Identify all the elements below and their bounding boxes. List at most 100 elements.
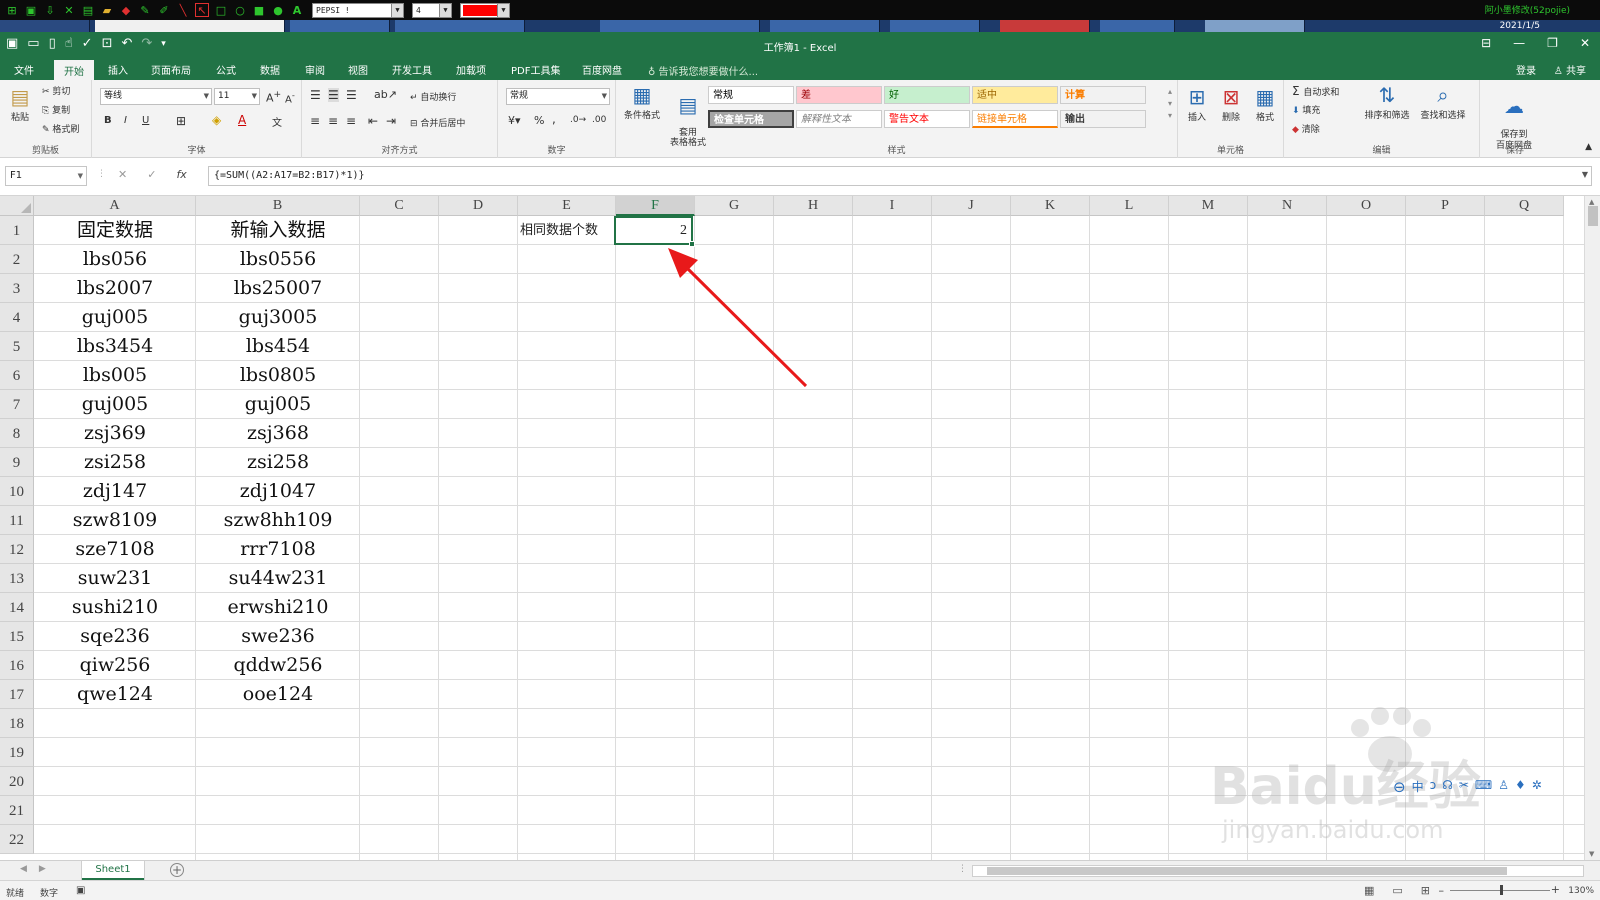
- tab-baidu-netdisk[interactable]: 百度网盘: [582, 62, 622, 77]
- taskbar-item[interactable]: [290, 20, 390, 32]
- taskbar-item[interactable]: [600, 20, 760, 32]
- tool-save-icon[interactable]: ▤: [81, 3, 95, 17]
- cell-style-item[interactable]: 适中: [972, 86, 1058, 104]
- cell-style-item[interactable]: 常规: [708, 86, 794, 104]
- format-as-table-button[interactable]: ▤ 套用 表格格式: [666, 82, 710, 148]
- align-center-icon[interactable]: ≡: [328, 114, 338, 128]
- cell-b17[interactable]: ooe124: [196, 680, 360, 709]
- comma-button[interactable]: ,: [552, 112, 556, 126]
- decrease-indent-icon[interactable]: ⇤: [368, 114, 378, 128]
- bold-button[interactable]: B: [104, 115, 112, 126]
- italic-button[interactable]: I: [124, 115, 127, 126]
- cell-b11[interactable]: szw8hh109: [196, 506, 360, 535]
- ime-logo-icon[interactable]: ⊖: [1393, 778, 1406, 796]
- delete-cells-button[interactable]: ⊠ 删除: [1216, 84, 1246, 123]
- ime-settings-icon[interactable]: ✲: [1532, 778, 1542, 794]
- row-header-19[interactable]: 19: [0, 738, 34, 767]
- cell-b7[interactable]: guj005: [196, 390, 360, 419]
- close-icon[interactable]: ✕: [1580, 36, 1590, 50]
- cut-button[interactable]: ✂ 剪切: [42, 84, 70, 97]
- tool-line-icon[interactable]: ╲: [176, 3, 190, 17]
- font-name-select[interactable]: 等线 ▼: [100, 88, 212, 105]
- row-header-15[interactable]: 15: [0, 622, 34, 651]
- column-header-m[interactable]: M: [1169, 196, 1248, 216]
- tell-me-search[interactable]: ♁ 告诉我您想要做什么...: [648, 63, 758, 78]
- cell-a9[interactable]: zsi258: [34, 448, 196, 477]
- column-header-d[interactable]: D: [439, 196, 518, 216]
- cell-a16[interactable]: qiw256: [34, 651, 196, 680]
- align-top-icon[interactable]: ☰: [310, 88, 321, 102]
- tab-view[interactable]: 视图: [348, 62, 368, 77]
- column-header-f[interactable]: F: [616, 196, 695, 216]
- cell-b5[interactable]: lbs454: [196, 332, 360, 361]
- row-header-17[interactable]: 17: [0, 680, 34, 709]
- taskbar-item[interactable]: [95, 20, 285, 32]
- row-header-13[interactable]: 13: [0, 564, 34, 593]
- column-header-q[interactable]: Q: [1485, 196, 1564, 216]
- column-header-i[interactable]: I: [853, 196, 932, 216]
- ime-mode-icon[interactable]: 中: [1412, 778, 1424, 794]
- cell-style-item[interactable]: 输出: [1060, 110, 1146, 128]
- cell-a6[interactable]: lbs005: [34, 361, 196, 390]
- cell-a11[interactable]: szw8109: [34, 506, 196, 535]
- tab-data[interactable]: 数据: [260, 62, 280, 77]
- cancel-icon[interactable]: ✕: [118, 168, 127, 181]
- collapse-ribbon-icon[interactable]: ▲: [1585, 142, 1592, 152]
- copy-button[interactable]: ⎘ 复制: [42, 103, 70, 116]
- underline-button[interactable]: U: [142, 115, 149, 126]
- enter-icon[interactable]: ✓: [147, 168, 156, 181]
- cell-style-item[interactable]: 解释性文本: [796, 110, 882, 128]
- cell-a8[interactable]: zsj369: [34, 419, 196, 448]
- zoom-in-icon[interactable]: +: [1551, 883, 1560, 896]
- column-header-b[interactable]: B: [196, 196, 360, 216]
- cell-a10[interactable]: zdj147: [34, 477, 196, 506]
- scroll-down-icon[interactable]: ▼: [1589, 850, 1594, 858]
- cell-b9[interactable]: zsi258: [196, 448, 360, 477]
- row-header-7[interactable]: 7: [0, 390, 34, 419]
- cell-b10[interactable]: zdj1047: [196, 477, 360, 506]
- tool-ellipse-icon[interactable]: ○: [233, 3, 247, 17]
- taskbar-item[interactable]: [1000, 20, 1090, 32]
- row-header-10[interactable]: 10: [0, 477, 34, 506]
- column-header-o[interactable]: O: [1327, 196, 1406, 216]
- decrease-decimal-icon[interactable]: .00: [592, 115, 606, 125]
- tab-file[interactable]: 文件: [14, 62, 34, 77]
- row-header-6[interactable]: 6: [0, 361, 34, 390]
- align-middle-icon[interactable]: ☰: [328, 88, 339, 102]
- cell-a14[interactable]: sushi210: [34, 593, 196, 622]
- row-header-5[interactable]: 5: [0, 332, 34, 361]
- restore-icon[interactable]: ❐: [1547, 36, 1558, 50]
- share-button[interactable]: ♙ 共享: [1554, 62, 1586, 77]
- save-to-baidu-button[interactable]: ☁ 保存到 百度网盘: [1488, 82, 1540, 152]
- cell-a5[interactable]: lbs3454: [34, 332, 196, 361]
- vertical-scrollbar[interactable]: ▲ ▼: [1584, 196, 1600, 860]
- tab-insert[interactable]: 插入: [108, 62, 128, 77]
- cell-a13[interactable]: suw231: [34, 564, 196, 593]
- cell-b4[interactable]: guj3005: [196, 303, 360, 332]
- sort-filter-button[interactable]: ⇅ 排序和筛选: [1362, 82, 1412, 121]
- row-header-3[interactable]: 3: [0, 274, 34, 303]
- tab-page-layout[interactable]: 页面布局: [151, 62, 191, 77]
- font-color-icon[interactable]: A: [238, 113, 246, 127]
- normal-view-icon[interactable]: ▦: [1364, 884, 1374, 897]
- login-link[interactable]: 登录: [1516, 62, 1536, 77]
- zoom-level[interactable]: 130%: [1568, 886, 1594, 896]
- cell-e1[interactable]: 相同数据个数: [516, 216, 614, 245]
- tab-formulas[interactable]: 公式: [216, 62, 236, 77]
- column-header-j[interactable]: J: [932, 196, 1011, 216]
- minimize-icon[interactable]: —: [1513, 36, 1525, 50]
- expand-formula-icon[interactable]: ▼: [1582, 170, 1588, 179]
- cell-style-item[interactable]: 链接单元格: [972, 110, 1058, 128]
- ime-keyboard-icon[interactable]: ⌨: [1475, 778, 1492, 794]
- cell-b15[interactable]: swe236: [196, 622, 360, 651]
- insert-cells-button[interactable]: ⊞ 插入: [1182, 84, 1212, 123]
- cell-a3[interactable]: lbs2007: [34, 274, 196, 303]
- tool-filled-ellipse-icon[interactable]: ●: [271, 3, 285, 17]
- font-size-select[interactable]: 11 ▼: [214, 88, 260, 105]
- horizontal-scrollbar[interactable]: [972, 865, 1584, 877]
- phonetic-icon[interactable]: 文: [272, 114, 282, 129]
- annotation-color-select[interactable]: ▼: [460, 2, 510, 18]
- worksheet-grid[interactable]: ABCDEFGHIJKLMNOPQ 1 2 3 4 5 6 7 8 9 10 11 12 13 14 15 1…: [0, 196, 1600, 860]
- cell-a15[interactable]: sqe236: [34, 622, 196, 651]
- column-header-k[interactable]: K: [1011, 196, 1090, 216]
